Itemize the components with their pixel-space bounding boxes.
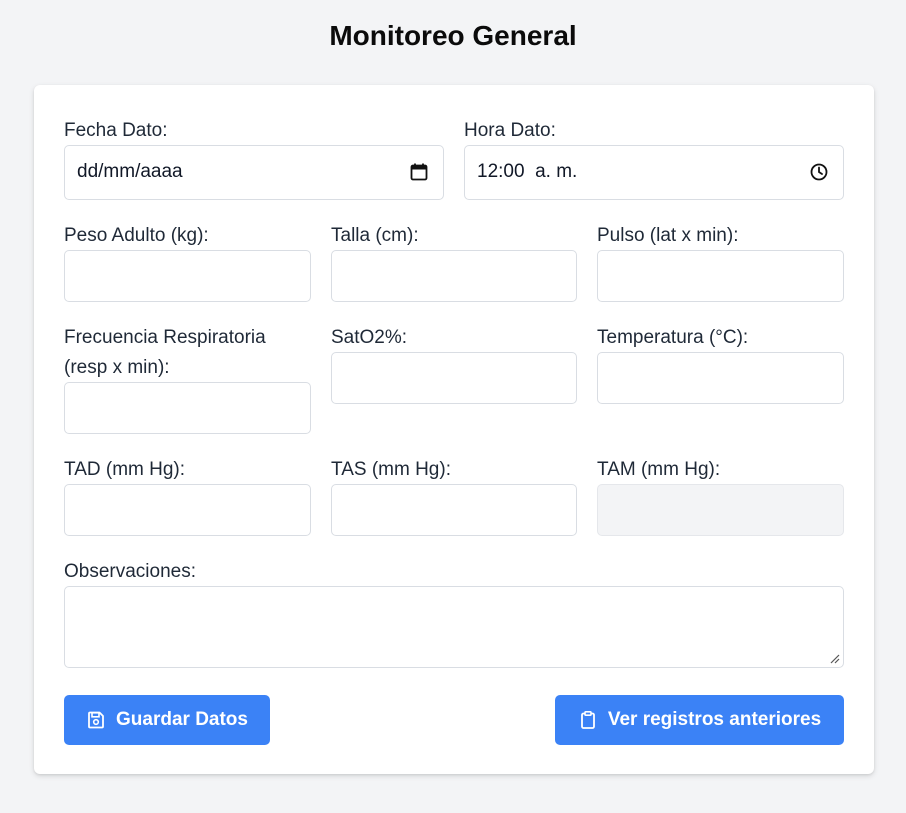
clock-icon[interactable] [809, 162, 829, 182]
sato2-label: SatO2%: [331, 327, 408, 348]
observaciones-textarea[interactable] [64, 586, 844, 668]
hora-time-input[interactable]: 12:00 a. m. [464, 145, 844, 200]
frecuencia-label-line2: (resp x min): [64, 357, 170, 378]
frecuencia-label-line1: Frecuencia Respiratoria [64, 327, 266, 348]
tas-input[interactable] [331, 484, 577, 536]
save-button-label: Guardar Datos [116, 709, 248, 730]
history-button-label: Ver registros anteriores [607, 709, 822, 730]
sato2-input[interactable] [331, 352, 577, 404]
save-button[interactable]: Guardar Datos [64, 695, 270, 745]
frecuencia-input[interactable] [64, 382, 311, 434]
clipboard-icon [580, 710, 595, 729]
peso-input[interactable] [64, 250, 311, 302]
fecha-label: Fecha Dato: [64, 120, 168, 141]
temperatura-input[interactable] [597, 352, 844, 404]
tad-label: TAD (mm Hg): [64, 459, 186, 480]
calendar-icon[interactable] [409, 162, 429, 182]
monitoring-form: Fecha Dato: dd/mm/aaaa Hora Dato: 12:00 … [34, 85, 874, 774]
talla-label: Talla (cm): [331, 225, 419, 246]
tam-label: TAM (mm Hg): [597, 459, 721, 480]
fecha-date-input[interactable]: dd/mm/aaaa [64, 145, 444, 200]
resize-grip-icon[interactable] [830, 654, 840, 664]
hora-value: 12:00 a. m. [477, 161, 578, 182]
tam-readonly-field [597, 484, 844, 536]
pulso-label: Pulso (lat x min): [597, 225, 739, 246]
page-title: Monitoreo General [329, 20, 577, 51]
temperatura-label: Temperatura (°C): [597, 327, 749, 348]
pulso-input[interactable] [597, 250, 844, 302]
frecuencia-label: Frecuencia Respiratoria (resp x min): [64, 323, 266, 383]
peso-label: Peso Adulto (kg): [64, 225, 209, 246]
fecha-value: dd/mm/aaaa [77, 161, 183, 182]
tad-input[interactable] [64, 484, 311, 536]
save-icon [88, 711, 104, 729]
history-button[interactable]: Ver registros anteriores [555, 695, 844, 745]
talla-input[interactable] [331, 250, 577, 302]
observaciones-label: Observaciones: [64, 561, 197, 582]
tas-label: TAS (mm Hg): [331, 459, 451, 480]
hora-label: Hora Dato: [464, 120, 556, 141]
